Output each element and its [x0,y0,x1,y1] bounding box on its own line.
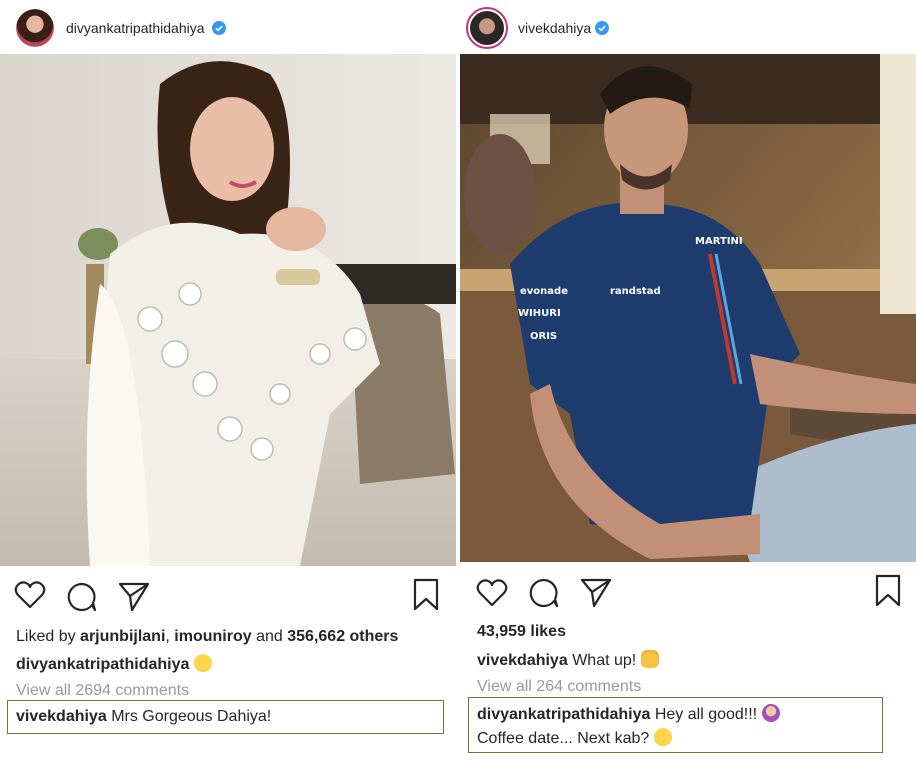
post-header: vivekdahiya [460,0,916,54]
caption-username[interactable]: divyankatripathidahiya [16,656,189,673]
comment-text-line-2: Coffee date... Next kab? [477,730,650,747]
bookmark-icon[interactable] [874,574,902,608]
comment: vivekdahiya Mrs Gorgeous Dahiya! [16,708,271,726]
username[interactable]: divyankatripathidahiya [66,20,205,36]
heart-icon[interactable] [476,578,508,608]
svg-text:ORIS: ORIS [530,331,557,342]
separator: , [165,628,170,645]
likes-line: Liked by arjunbijlani, imouniroy and 356… [16,628,398,646]
comment-username[interactable]: divyankatripathidahiya [477,706,650,723]
paper-plane-icon[interactable] [118,580,150,612]
liked-user-link[interactable]: imouniroy [174,628,251,645]
others-count-link[interactable]: 356,662 others [287,628,398,645]
view-comments-link[interactable]: View all 264 comments [477,678,641,696]
svg-text:MARTINI: MARTINI [695,236,743,247]
and-label: and [256,628,283,645]
heart-icon[interactable] [14,580,46,610]
post-header: divyankatripathidahiya [0,0,456,54]
likes-count[interactable]: 43,959 likes [477,623,566,641]
profile-avatar[interactable] [16,9,54,47]
comment-bubble-icon[interactable] [528,577,560,609]
person-gesturing-emoji-icon [761,704,780,722]
comment-text: Mrs Gorgeous Dahiya! [111,708,272,725]
post-vivek: vivekdahiya evonade WIHURI ORIS randstad… [460,0,916,760]
post-divyanka: divyankatripathidahiya Liked by arjunbij… [0,0,456,760]
smiling-face-emoji-icon [193,654,212,672]
post-photo[interactable]: evonade WIHURI ORIS randstad MARTINI [460,54,916,562]
comment: divyankatripathidahiya Hey all good!!! [477,704,780,724]
post-photo[interactable] [0,54,456,566]
upside-down-face-emoji-icon [653,728,672,746]
action-bar [0,570,456,620]
caption-username[interactable]: vivekdahiya [477,652,568,669]
caption-text: What up! [572,652,637,669]
action-bar [460,568,916,618]
comment-bubble-icon[interactable] [66,581,98,613]
caption: divyankatripathidahiya [16,654,212,674]
verified-badge-icon [595,21,609,35]
comment-username[interactable]: vivekdahiya [16,708,107,725]
highlighted-comment: vivekdahiya Mrs Gorgeous Dahiya! [7,700,444,734]
svg-text:WIHURI: WIHURI [518,308,561,319]
view-comments-link[interactable]: View all 2694 comments [16,682,189,700]
bookmark-icon[interactable] [412,578,440,612]
liked-by-label: Liked by [16,628,76,645]
verified-badge-icon [212,21,226,35]
profile-avatar[interactable] [466,7,508,49]
highlighted-comment: divyankatripathidahiya Hey all good!!! C… [468,697,883,753]
username[interactable]: vivekdahiya [518,20,591,36]
svg-text:evonade: evonade [520,286,568,297]
paper-plane-icon[interactable] [580,576,612,608]
comment-text: Hey all good!!! [654,706,758,723]
comment-line-2: Coffee date... Next kab? [477,728,672,748]
liked-user-link[interactable]: arjunbijlani [80,628,165,645]
waving-hand-emoji-icon [640,650,659,668]
caption: vivekdahiya What up! [477,650,659,670]
svg-text:randstad: randstad [610,286,661,297]
